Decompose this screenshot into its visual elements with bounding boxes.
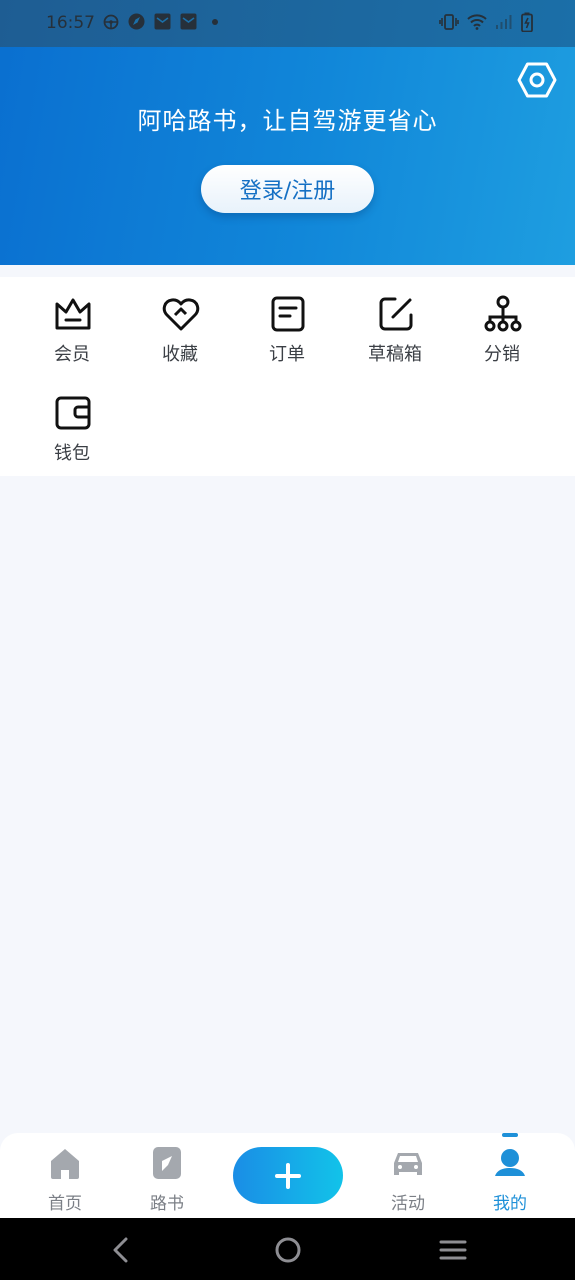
recents-icon[interactable] bbox=[437, 1234, 469, 1266]
edit-icon bbox=[379, 297, 413, 331]
back-icon[interactable] bbox=[106, 1234, 138, 1266]
login-register-button[interactable]: 登录/注册 bbox=[201, 165, 374, 213]
order-icon bbox=[271, 296, 305, 332]
menu-panel: 会员 收藏 订单 草稿箱 分销 钱包 bbox=[0, 277, 575, 476]
menu-label: 订单 bbox=[269, 344, 305, 365]
system-nav-bar bbox=[0, 1218, 575, 1280]
vibrate-icon bbox=[439, 13, 459, 35]
slogan-text: 阿哈路书，让自驾游更省心 bbox=[137, 107, 438, 135]
profile-header: 16:57 阿哈路书，让自驾游更省心 登录/注册 bbox=[0, 0, 575, 265]
menu-item-wallet[interactable]: 钱包 bbox=[22, 376, 122, 464]
mail-icon bbox=[180, 13, 197, 30]
settings-icon bbox=[517, 62, 557, 98]
menu-label: 会员 bbox=[54, 344, 90, 365]
car-icon bbox=[394, 1153, 422, 1175]
tab-home[interactable]: 首页 bbox=[20, 1133, 110, 1218]
home-nav-icon[interactable] bbox=[272, 1234, 304, 1266]
menu-label: 收藏 bbox=[162, 344, 198, 365]
menu-item-orders[interactable]: 订单 bbox=[237, 277, 337, 365]
menu-item-favorites[interactable]: 收藏 bbox=[130, 277, 230, 365]
plus-icon bbox=[275, 1162, 301, 1189]
wifi-icon bbox=[467, 14, 487, 34]
menu-label: 钱包 bbox=[54, 443, 90, 464]
wallet-icon bbox=[55, 396, 91, 430]
home-icon bbox=[51, 1149, 79, 1179]
signal-icon bbox=[495, 14, 513, 34]
menu-item-drafts[interactable]: 草稿箱 bbox=[345, 277, 445, 365]
crown-icon bbox=[55, 298, 91, 330]
compass-icon bbox=[128, 13, 145, 30]
menu-item-member[interactable]: 会员 bbox=[22, 277, 122, 365]
menu-item-distribution[interactable]: 分销 bbox=[452, 277, 552, 365]
tab-label: 我的 bbox=[493, 1194, 527, 1214]
user-icon bbox=[495, 1149, 525, 1176]
tab-mine[interactable]: 我的 bbox=[465, 1133, 555, 1218]
status-bar: 16:57 bbox=[0, 0, 575, 47]
tab-label: 活动 bbox=[391, 1194, 425, 1214]
steering-wheel-icon bbox=[102, 13, 119, 30]
create-button[interactable] bbox=[233, 1147, 343, 1204]
menu-label: 分销 bbox=[484, 344, 520, 365]
status-time: 16:57 bbox=[46, 13, 95, 33]
active-tab-indicator bbox=[502, 1133, 518, 1137]
status-icons-right bbox=[439, 12, 533, 36]
mail-icon bbox=[154, 13, 171, 30]
roadbook-icon bbox=[153, 1147, 181, 1179]
settings-button[interactable] bbox=[517, 60, 557, 100]
status-icons-left bbox=[102, 13, 223, 30]
menu-label: 草稿箱 bbox=[368, 344, 422, 365]
battery-icon bbox=[521, 12, 533, 36]
dot-icon bbox=[206, 13, 223, 30]
tab-roadbook[interactable]: 路书 bbox=[122, 1133, 212, 1218]
heart-icon bbox=[162, 298, 200, 331]
tab-label: 路书 bbox=[150, 1194, 184, 1214]
hierarchy-icon bbox=[484, 295, 522, 332]
tab-label: 首页 bbox=[48, 1194, 82, 1214]
tab-activity[interactable]: 活动 bbox=[363, 1133, 453, 1218]
